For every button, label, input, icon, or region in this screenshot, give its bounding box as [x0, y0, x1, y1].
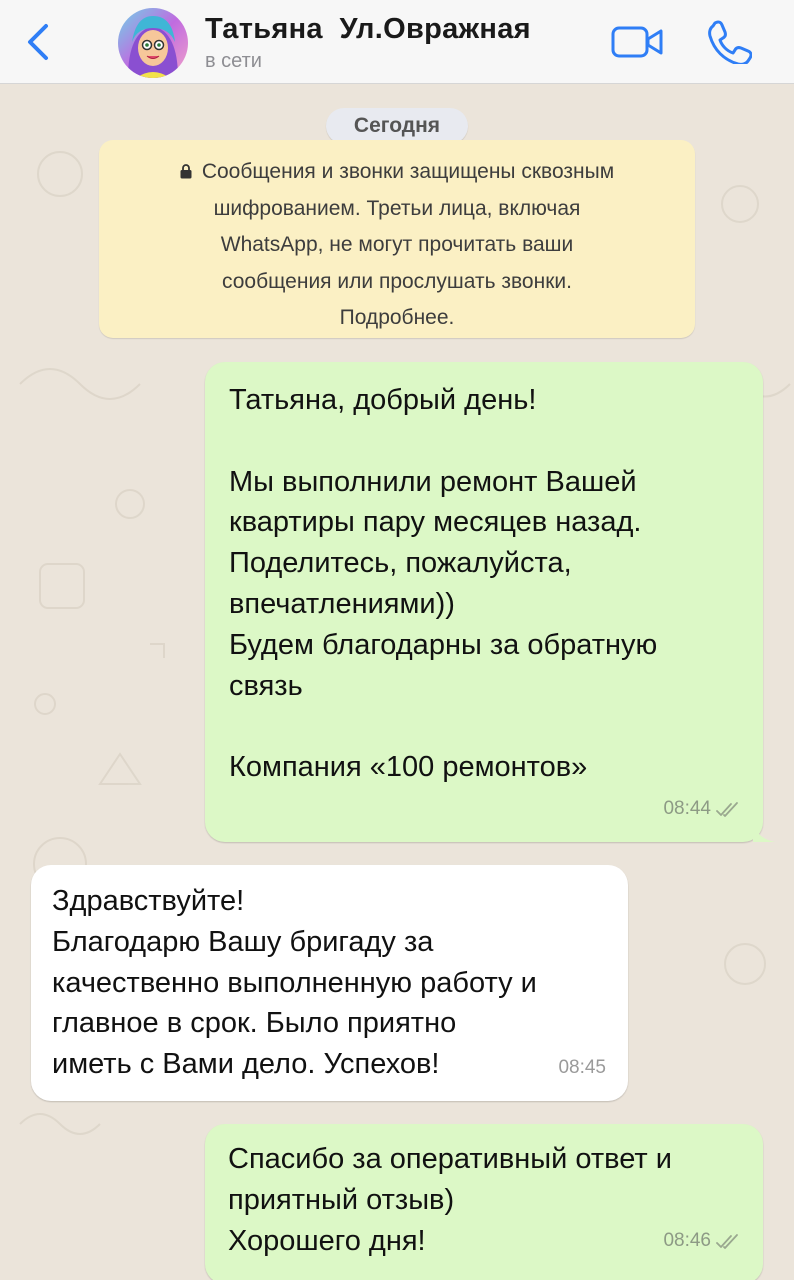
contact-status: в сети — [205, 50, 262, 72]
message-text: Татьяна, добрый день! Мы выполнили ремон… — [229, 384, 658, 784]
phone-icon — [708, 20, 753, 66]
message-bubble-incoming[interactable]: Здравствуйте! Благодарю Вашу бригаду за … — [31, 865, 628, 1101]
message-bubble-outgoing[interactable]: Татьяна, добрый день! Мы выполнили ремон… — [205, 362, 775, 842]
message-meta: 08:44 — [663, 789, 741, 830]
video-camera-icon — [611, 26, 663, 58]
double-check-icon — [715, 801, 741, 818]
encryption-notice-line: шифрованием. Третьи лица, включая — [213, 196, 581, 220]
contact-avatar[interactable] — [118, 8, 188, 78]
message-time: 08:45 — [558, 1057, 606, 1079]
message-meta: 08:45 — [558, 1048, 606, 1089]
voice-call-button[interactable] — [704, 18, 753, 66]
back-button[interactable] — [18, 20, 58, 64]
encryption-notice-line: сообщения или прослушать звонки. — [222, 269, 572, 293]
encryption-notice-line: Сообщения и звонки защищены сквозным — [119, 154, 675, 191]
chat-header: Татьяна Ул.Овражная в сети — [0, 0, 794, 84]
contact-name[interactable]: Татьяна Ул.Овражная — [205, 13, 531, 46]
message-time: 08:46 — [663, 1230, 711, 1252]
video-call-button[interactable] — [610, 22, 666, 62]
chevron-left-icon — [28, 24, 48, 60]
date-separator: Сегодня — [326, 108, 468, 144]
learn-more-link[interactable]: Подробнее. — [119, 300, 675, 337]
bubble-tail — [753, 820, 775, 842]
message-meta: 08:46 — [663, 1221, 741, 1262]
message-bubble-outgoing[interactable]: Спасибо за оперативный ответ и приятный … — [205, 1124, 763, 1280]
avatar-image — [118, 8, 188, 78]
encryption-notice[interactable]: Сообщения и звонки защищены сквозным шиф… — [99, 140, 695, 338]
encryption-notice-line: WhatsApp, не могут прочитать ваши — [220, 233, 574, 256]
message-text: Здравствуйте! Благодарю Вашу бригаду за … — [52, 885, 537, 1081]
lock-icon — [180, 164, 192, 179]
double-check-icon — [715, 1233, 741, 1250]
encryption-notice-text: Сообщения и звонки защищены сквозным — [201, 160, 615, 183]
message-time: 08:44 — [663, 798, 711, 820]
